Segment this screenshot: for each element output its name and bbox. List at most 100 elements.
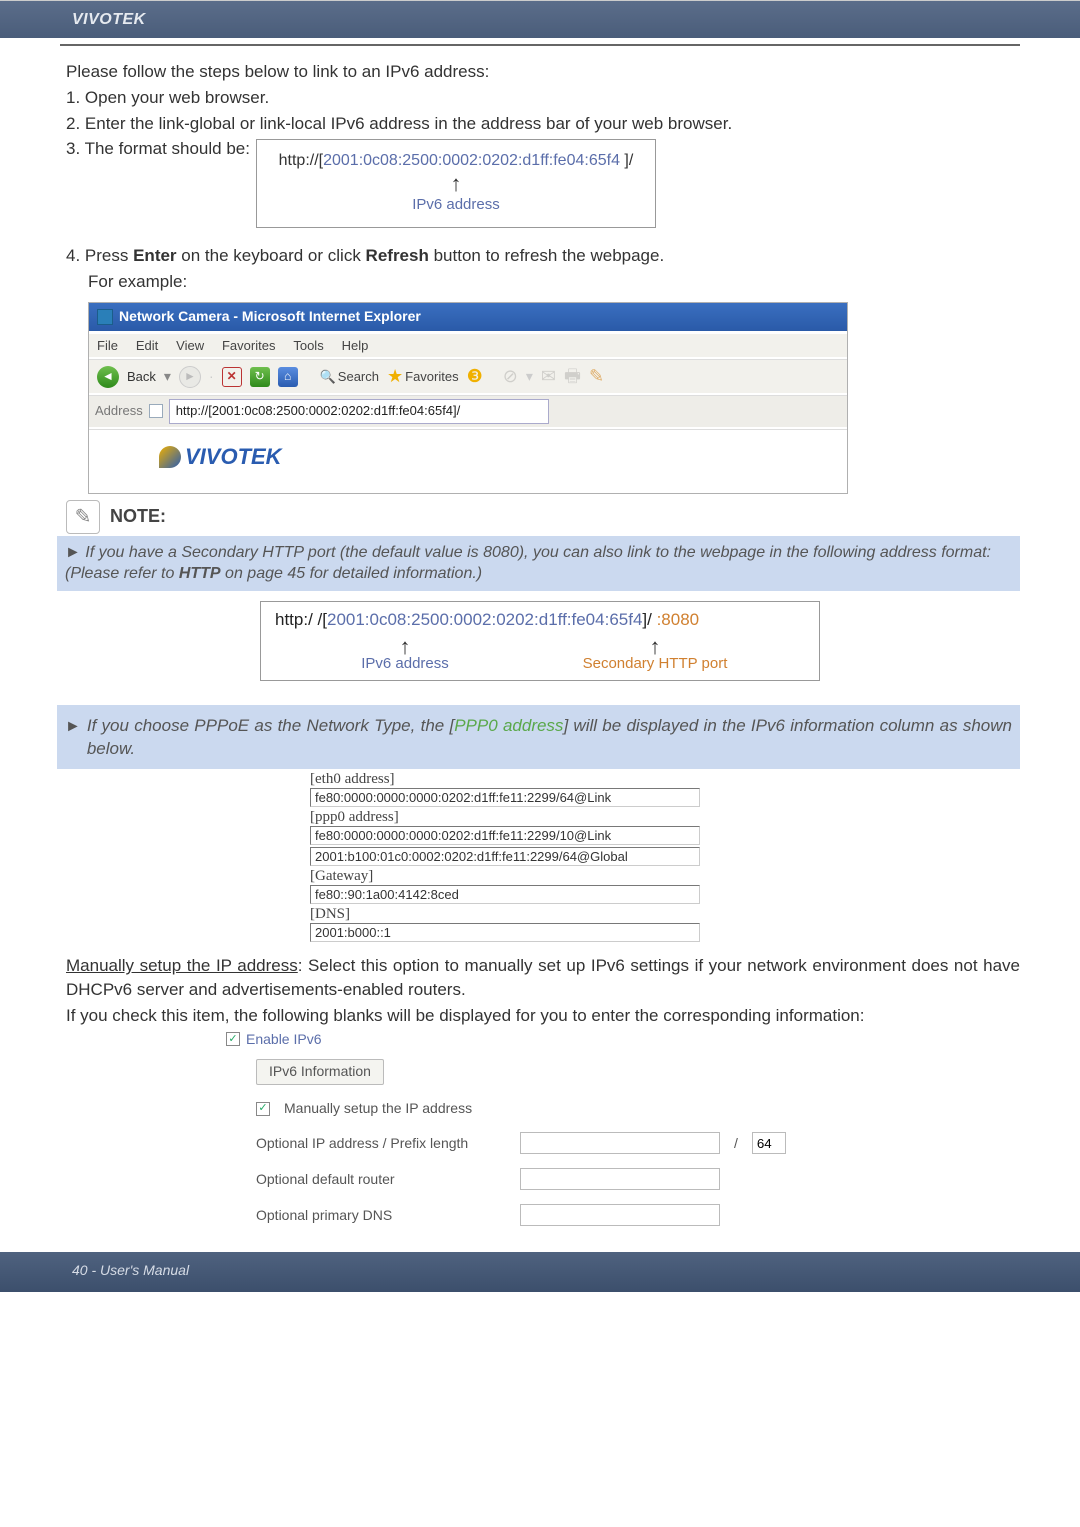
address-input[interactable]: http://[2001:0c08:2500:0002:0202:d1ff:fe…	[169, 399, 549, 423]
pppoe-text-a: If you choose PPPoE as the Network Type,…	[87, 716, 454, 735]
gateway-header: [Gateway]	[310, 868, 1080, 885]
arrow-up-icon-3: ↑	[535, 638, 775, 656]
menu-file[interactable]: File	[97, 338, 118, 353]
bullet-icon-2: ►	[65, 716, 81, 738]
slash-label: /	[734, 1134, 738, 1154]
menu-bar: File Edit View Favorites Tools Help	[89, 333, 847, 358]
ppp0-value-1: fe80:0000:0000:0000:0202:d1ff:fe11:2299/…	[310, 826, 700, 845]
toolbar: ◄ Back ▾ ► · ✕ ↻ ⌂ 🔍Search ★Favorites ❸ …	[89, 359, 847, 393]
step-4: 4. Press Enter on the keyboard or click …	[66, 246, 664, 265]
step-4-sub: For example:	[88, 270, 1020, 294]
logo-swoosh-icon	[159, 446, 181, 468]
manual-ip-checkbox[interactable]: ✓	[256, 1102, 270, 1116]
note-heading-row: ✎ NOTE:	[66, 500, 1020, 534]
secondary-port-label: Secondary HTTP port	[535, 655, 775, 672]
menu-view[interactable]: View	[176, 338, 204, 353]
prefix-length-input[interactable]	[752, 1132, 786, 1154]
menu-favorites[interactable]: Favorites	[222, 338, 275, 353]
separator-2: ▾	[526, 367, 533, 387]
page-icon	[149, 404, 163, 418]
refresh-button[interactable]: ↻	[250, 367, 270, 387]
enable-ipv6-row: ✓ Enable IPv6	[226, 1030, 1020, 1050]
eth0-header: [eth0 address]	[310, 771, 1080, 788]
url-suffix: ]/	[620, 152, 633, 169]
print-icon[interactable]: 🖶	[564, 364, 581, 389]
address-label: Address	[95, 402, 143, 420]
enable-ipv6-label: Enable IPv6	[246, 1030, 322, 1050]
intro-line: Please follow the steps below to link to…	[66, 60, 1020, 84]
url2-port: :8080	[657, 610, 700, 629]
brand-label: VIVOTEK	[72, 11, 146, 29]
gateway-value: fe80::90:1a00:4142:8ced	[310, 885, 700, 904]
optional-router-label: Optional default router	[256, 1170, 506, 1190]
note-title: NOTE:	[110, 504, 166, 529]
browser-window: Network Camera - Microsoft Internet Expl…	[88, 302, 848, 494]
block-icon[interactable]: ⊘	[503, 364, 518, 389]
ipv6-config-panel: ✓ Enable IPv6 IPv6 Information ✓ Manuall…	[226, 1030, 1020, 1227]
browser-viewport: VIVOTEK	[89, 429, 847, 491]
page-header: VIVOTEK	[0, 0, 1080, 38]
url2-prefix: http:/ /[	[275, 610, 327, 629]
menu-help[interactable]: Help	[342, 338, 369, 353]
pppoe-green: PPP0 address	[454, 716, 563, 735]
ipv6-info-readout: [eth0 address] fe80:0000:0000:0000:0202:…	[310, 771, 1080, 942]
optional-router-input[interactable]	[520, 1168, 720, 1190]
url2-mid: ]/	[642, 610, 656, 629]
menu-edit[interactable]: Edit	[136, 338, 158, 353]
optional-dns-label: Optional primary DNS	[256, 1206, 506, 1226]
ipv6-information-button[interactable]: IPv6 Information	[256, 1059, 384, 1085]
arrow-up-icon: ↑	[271, 175, 641, 193]
url-prefix: http://[	[279, 152, 323, 169]
mail-icon[interactable]: ✉	[541, 364, 556, 389]
menu-tools[interactable]: Tools	[293, 338, 323, 353]
note-box-2: ► If you choose PPPoE as the Network Typ…	[57, 705, 1020, 769]
edit-page-icon[interactable]: ✎	[589, 364, 604, 389]
note-icon: ✎	[66, 500, 100, 534]
eth0-value: fe80:0000:0000:0000:0202:d1ff:fe11:2299/…	[310, 788, 700, 807]
manual-setup-para-2: If you check this item, the following bl…	[66, 1004, 1020, 1028]
app-icon	[97, 309, 113, 325]
bullet-icon: ►	[65, 544, 81, 561]
window-title: Network Camera - Microsoft Internet Expl…	[119, 307, 421, 327]
stop-button[interactable]: ✕	[222, 367, 242, 387]
favorites-label[interactable]: Favorites	[405, 368, 458, 386]
step-2: 2. Enter the link-global or link-local I…	[66, 112, 1020, 136]
manual-setup-heading: Manually setup the IP address	[66, 956, 298, 975]
forward-button[interactable]: ►	[179, 366, 201, 388]
header-rule	[60, 44, 1020, 46]
dns-header: [DNS]	[310, 906, 1080, 923]
arrow-up-icon-2: ↑	[275, 638, 535, 656]
step-3: 3. The format should be:	[66, 137, 250, 161]
vivotek-logo: VIVOTEK	[159, 442, 839, 473]
separator: ·	[209, 367, 214, 387]
ipv6-address-label: IPv6 address	[271, 194, 641, 215]
page-number: 40 - User's Manual	[72, 1262, 189, 1278]
logo-text: VIVOTEK	[185, 442, 282, 473]
optional-ip-label: Optional IP address / Prefix length	[256, 1134, 506, 1154]
ipv6-address-label-2: IPv6 address	[275, 655, 535, 672]
url2-addr: 2001:0c08:2500:0002:0202:d1ff:fe04:65f4	[327, 610, 642, 629]
enable-ipv6-checkbox[interactable]: ✓	[226, 1032, 240, 1046]
favorites-icon[interactable]: ★	[387, 364, 403, 389]
home-button[interactable]: ⌂	[278, 367, 298, 387]
page-footer: 40 - User's Manual	[0, 1252, 1080, 1292]
manual-ip-label: Manually setup the IP address	[284, 1099, 472, 1119]
address-bar-row: Address http://[2001:0c08:2500:0002:0202…	[89, 395, 847, 426]
step-1: 1. Open your web browser.	[66, 86, 1020, 110]
ppp0-value-2: 2001:b100:01c0:0002:0202:d1ff:fe11:2299/…	[310, 847, 700, 866]
optional-dns-input[interactable]	[520, 1204, 720, 1226]
back-dropdown-icon[interactable]: ▾	[164, 367, 171, 387]
note-box-1: ► If you have a Secondary HTTP port (the…	[57, 536, 1020, 591]
dns-value: 2001:b000::1	[310, 923, 700, 942]
search-label[interactable]: Search	[338, 368, 379, 386]
url-diagram-2: http:/ /[2001:0c08:2500:0002:0202:d1ff:f…	[260, 601, 820, 682]
back-label[interactable]: Back	[127, 368, 156, 386]
back-button[interactable]: ◄	[97, 366, 119, 388]
history-icon[interactable]: ❸	[467, 364, 483, 389]
url-addr: 2001:0c08:2500:0002:0202:d1ff:fe04:65f4	[323, 152, 620, 169]
url-diagram-1: http://[2001:0c08:2500:0002:0202:d1ff:fe…	[256, 139, 656, 228]
optional-ip-input[interactable]	[520, 1132, 720, 1154]
search-icon[interactable]: 🔍	[320, 368, 336, 386]
ppp0-header: [ppp0 address]	[310, 809, 1080, 826]
manual-setup-para: Manually setup the IP address: Select th…	[66, 954, 1020, 1002]
